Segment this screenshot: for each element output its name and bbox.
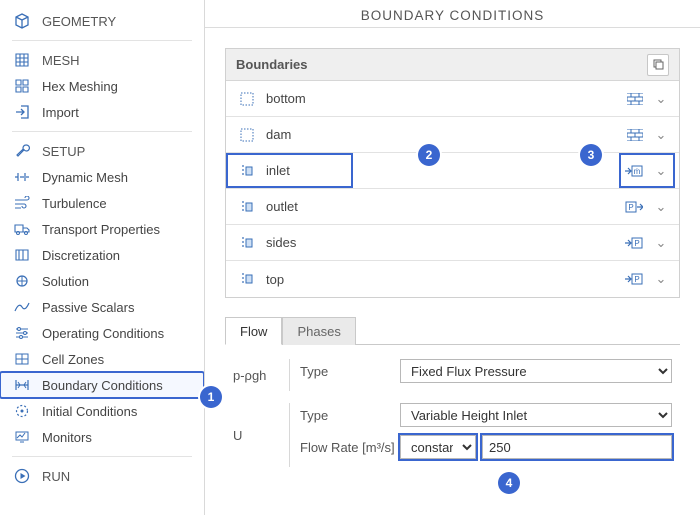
initial-icon <box>12 404 32 418</box>
p-type-select[interactable]: Fixed Flux Pressure <box>400 359 672 383</box>
turbulence-icon <box>12 196 32 210</box>
import-icon <box>12 104 32 120</box>
patch-icon <box>236 236 258 250</box>
type-label: Type <box>300 364 400 379</box>
divider <box>12 131 192 132</box>
nav-item-import[interactable]: Import <box>0 99 204 125</box>
u-label: U <box>233 428 289 443</box>
boundary-row-top[interactable]: top P ⌄ <box>226 261 679 297</box>
chevron-down-icon[interactable]: ⌄ <box>653 163 669 179</box>
solution-icon <box>12 274 32 288</box>
nav-section-mesh[interactable]: MESH <box>0 47 204 73</box>
nav-item-monitors[interactable]: Monitors <box>0 424 204 450</box>
wrench-icon <box>12 143 32 159</box>
nav-section-geometry[interactable]: GEOMETRY <box>0 8 204 34</box>
boundary-icon <box>12 378 32 392</box>
boundaries-header: Boundaries <box>226 49 679 81</box>
boundary-row-bottom[interactable]: bottom ⌄ <box>226 81 679 117</box>
pressure-out-badge-icon: P <box>625 200 643 214</box>
outlet-icon <box>236 200 258 214</box>
chevron-down-icon[interactable]: ⌄ <box>653 199 669 215</box>
type-label: Type <box>300 408 400 423</box>
svg-text:ṁ: ṁ <box>634 167 641 176</box>
boundaries-panel: Boundaries bottom ⌄ dam ⌄ <box>225 48 680 298</box>
pressure-in-badge-icon: P <box>625 236 643 250</box>
flowrate-mode-select[interactable]: constant <box>400 435 476 459</box>
boundary-row-dam[interactable]: dam ⌄ <box>226 117 679 153</box>
main-area: BOUNDARY CONDITIONS Boundaries bottom ⌄ <box>205 0 700 515</box>
boundary-row-sides[interactable]: sides P ⌄ <box>226 225 679 261</box>
discretization-icon <box>12 248 32 262</box>
hex-icon <box>12 78 32 94</box>
tabs: Flow Phases <box>225 316 680 345</box>
patch-icon <box>236 128 258 142</box>
patch-icon <box>236 272 258 286</box>
mesh-icon <box>12 52 32 68</box>
nav-item-turbulence[interactable]: Turbulence <box>0 190 204 216</box>
patch-icon <box>236 92 258 106</box>
truck-icon <box>12 222 32 236</box>
tab-flow[interactable]: Flow <box>225 317 282 345</box>
copy-button[interactable] <box>647 54 669 76</box>
annotation-badge-4: 4 <box>498 472 520 494</box>
boundary-row-outlet[interactable]: outlet P ⌄ <box>226 189 679 225</box>
divider <box>12 40 192 41</box>
monitor-icon <box>12 430 32 444</box>
play-icon <box>12 468 32 484</box>
nav-item-discretization[interactable]: Discretization <box>0 242 204 268</box>
nav-item-passive-scalars[interactable]: Passive Scalars <box>0 294 204 320</box>
tab-phases[interactable]: Phases <box>282 317 355 345</box>
nav-item-hex-meshing[interactable]: Hex Meshing <box>0 73 204 99</box>
nav-item-solution[interactable]: Solution <box>0 268 204 294</box>
svg-text:P: P <box>634 275 639 284</box>
p-rgh-label: p-ρgh <box>233 368 289 383</box>
nav-item-dynamic-mesh[interactable]: Dynamic Mesh <box>0 164 204 190</box>
annotation-badge-2: 2 <box>418 144 440 166</box>
flowrate-input[interactable] <box>482 435 672 459</box>
nav-section-setup[interactable]: SETUP <box>0 138 204 164</box>
nav-item-boundary-conditions[interactable]: Boundary Conditions <box>0 372 204 398</box>
cube-icon <box>12 13 32 29</box>
annotation-badge-3: 3 <box>580 144 602 166</box>
wall-badge-icon <box>627 129 643 141</box>
u-type-select[interactable]: Variable Height Inlet <box>400 403 672 427</box>
chevron-down-icon[interactable]: ⌄ <box>653 127 669 143</box>
nav-item-cell-zones[interactable]: Cell Zones <box>0 346 204 372</box>
wall-badge-icon <box>627 93 643 105</box>
svg-text:P: P <box>634 239 639 248</box>
annotation-badge-1: 1 <box>200 386 222 408</box>
sliders-icon <box>12 326 32 340</box>
svg-text:P: P <box>628 203 633 212</box>
boundary-row-inlet[interactable]: inlet ṁ ⌄ <box>226 153 679 189</box>
nav-section-run[interactable]: RUN <box>0 463 204 489</box>
dynamic-mesh-icon <box>12 170 32 184</box>
chevron-down-icon[interactable]: ⌄ <box>653 271 669 287</box>
massflow-badge-icon: ṁ <box>625 164 643 178</box>
inlet-icon <box>236 164 258 178</box>
nav-item-transport[interactable]: Transport Properties <box>0 216 204 242</box>
scalars-icon <box>12 300 32 314</box>
nav-item-initial-conditions[interactable]: Initial Conditions <box>0 398 204 424</box>
chevron-down-icon[interactable]: ⌄ <box>653 91 669 107</box>
flowrate-label: Flow Rate [m³/s] <box>300 440 400 455</box>
nav-item-operating-conditions[interactable]: Operating Conditions <box>0 320 204 346</box>
divider <box>12 456 192 457</box>
page-title: BOUNDARY CONDITIONS <box>205 0 700 32</box>
chevron-down-icon[interactable]: ⌄ <box>653 235 669 251</box>
pressure-in-badge-icon: P <box>625 272 643 286</box>
cellzones-icon <box>12 352 32 366</box>
sidebar: GEOMETRY MESH Hex Meshing Impor <box>0 0 205 515</box>
